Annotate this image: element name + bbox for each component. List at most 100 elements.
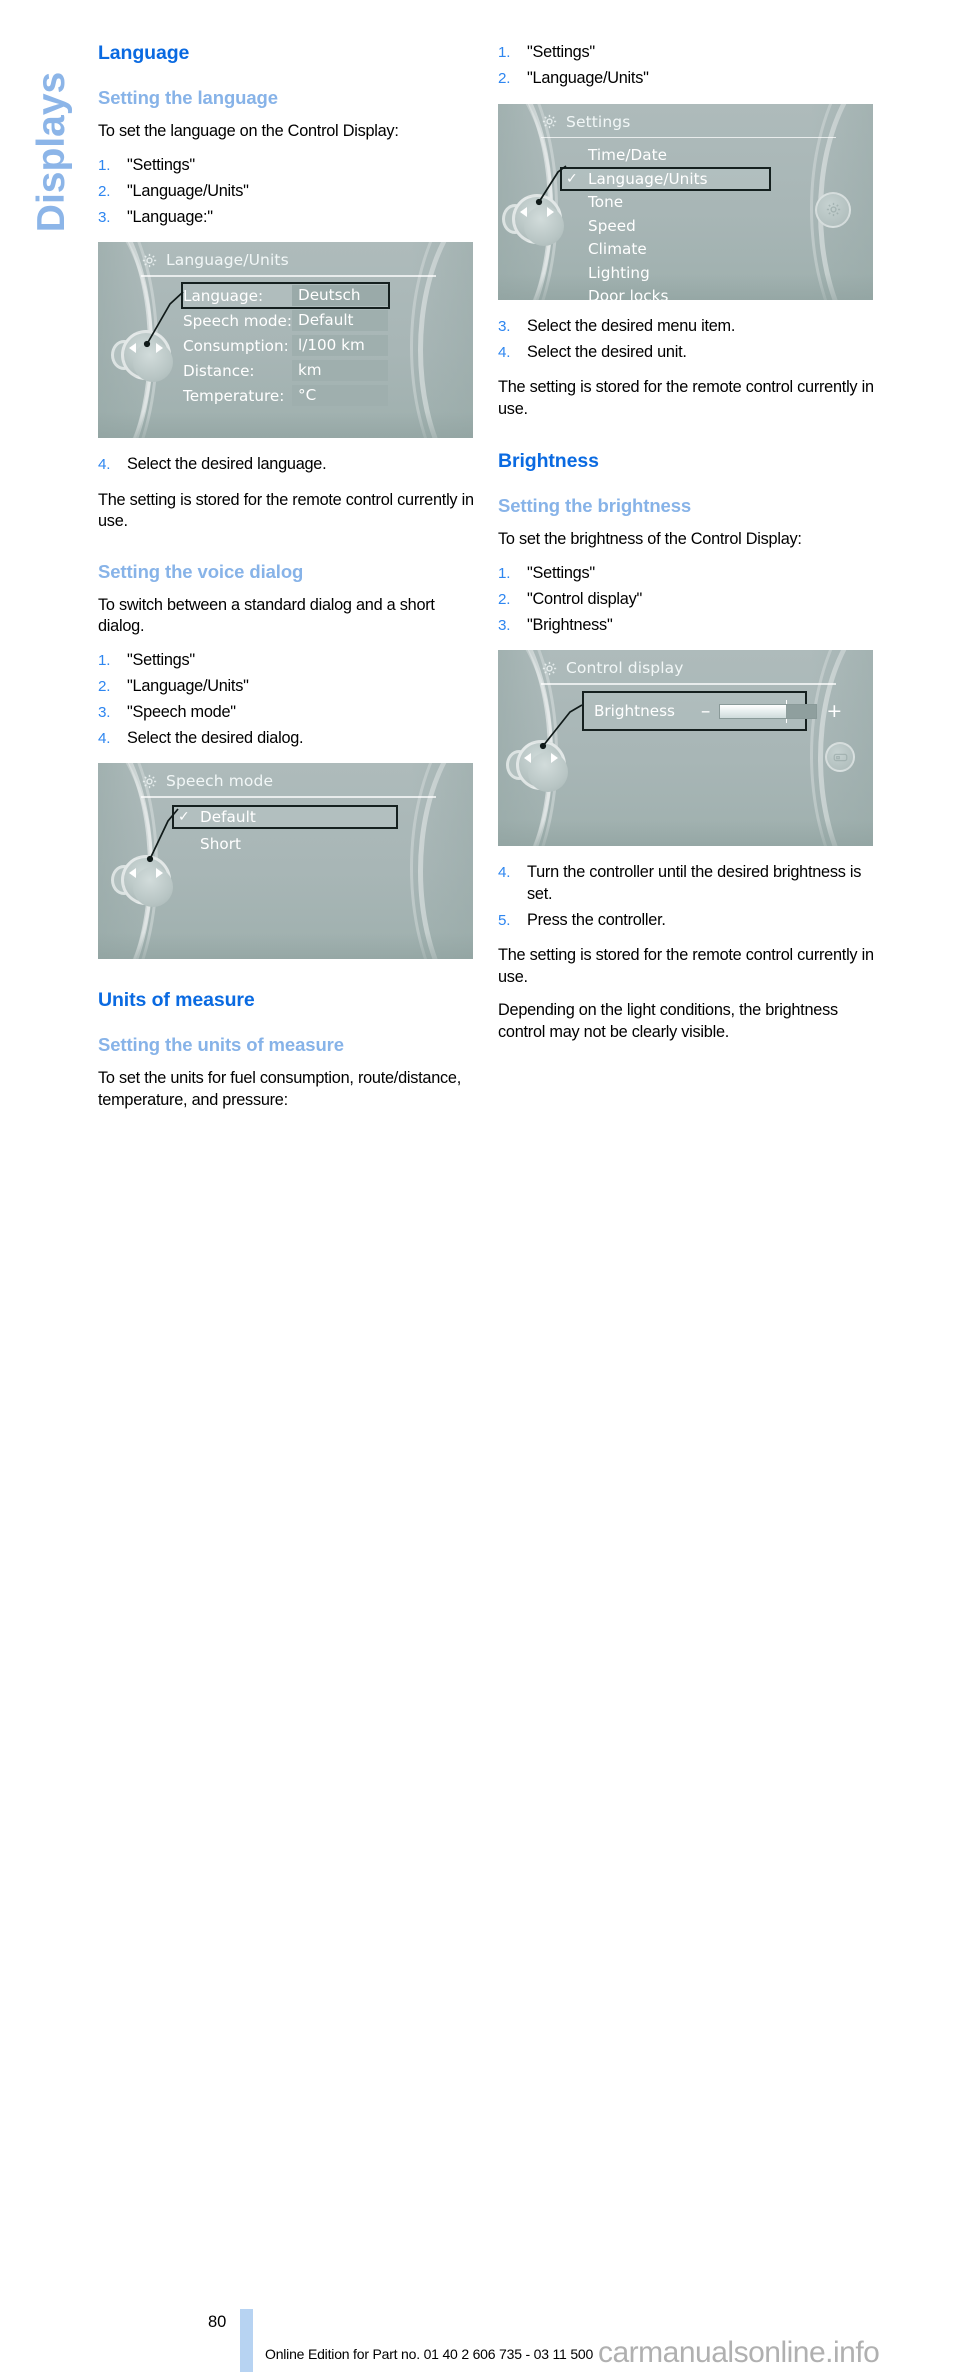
checkmark-icon: ✓ bbox=[178, 808, 190, 825]
intro-text-brightness: To set the brightness of the Control Dis… bbox=[498, 530, 802, 548]
menu-hardware-button[interactable] bbox=[815, 191, 851, 228]
table-row[interactable]: Consumption: l/100 km bbox=[183, 334, 388, 357]
row-value: km bbox=[292, 360, 388, 381]
list-item: 5. Press the controller. bbox=[498, 910, 874, 932]
brightness-label: Brightness bbox=[594, 702, 675, 720]
list-item-label: Lighting bbox=[588, 263, 650, 282]
step-number: 4. bbox=[498, 864, 511, 881]
step-text: "Speech mode" bbox=[127, 702, 236, 721]
step-text: "Settings" bbox=[527, 563, 595, 582]
step-text: "Settings" bbox=[127, 650, 195, 669]
arrow-left-icon bbox=[524, 753, 531, 763]
step-text: "Brightness" bbox=[527, 615, 613, 634]
step-text: "Language/Units" bbox=[127, 181, 249, 200]
page-title-language: Language bbox=[98, 42, 190, 64]
note-stored-remote-control-2: The setting is stored for the remote con… bbox=[498, 946, 874, 986]
display-settings-list: Language: Deutsch Speech mode: Default C… bbox=[181, 282, 390, 409]
subheading-setting-the-language: Setting the language bbox=[98, 87, 278, 108]
row-label: Temperature: bbox=[183, 386, 285, 405]
figure-settings-display: Settings Time/Date ✓ Language/Units Tone… bbox=[498, 103, 873, 300]
step-number: 2. bbox=[498, 590, 511, 608]
step-text: Select the desired language. bbox=[127, 455, 327, 473]
gear-icon bbox=[542, 114, 557, 129]
bezel-shading bbox=[411, 763, 473, 959]
steps-list-language-2: 4. Select the desired language. bbox=[98, 454, 474, 476]
gear-icon bbox=[826, 202, 840, 217]
table-row[interactable]: Language: Deutsch bbox=[181, 282, 390, 309]
steps-list-voice-dialog: 1. "Settings" 2. "Language/Units" 3. "Speec… bbox=[98, 650, 474, 750]
list-item[interactable]: Time/Date bbox=[566, 144, 771, 168]
display-icon bbox=[833, 753, 847, 761]
figure-control-display-brightness: Control display Brightness – + bbox=[498, 650, 873, 846]
display-hardware-button[interactable] bbox=[825, 742, 855, 772]
table-row[interactable]: Speech mode: Default bbox=[183, 309, 388, 332]
page-footer: 80 Online Edition for Part no. 01 40 2 6… bbox=[0, 1150, 960, 2372]
list-item[interactable]: Speed bbox=[566, 214, 771, 238]
plus-icon[interactable]: + bbox=[826, 701, 842, 721]
table-row[interactable]: Distance: km bbox=[183, 359, 388, 382]
step-number: 2. bbox=[498, 70, 511, 87]
list-item-label: Speed bbox=[588, 216, 636, 235]
controller-knob-icon bbox=[111, 851, 175, 909]
step-number: 3. bbox=[98, 208, 111, 226]
list-item: 1. "Settings" bbox=[98, 650, 474, 672]
list-item: 4. Select the desired unit. bbox=[498, 342, 874, 364]
note-stored-remote-control: The setting is stored for the remote con… bbox=[498, 378, 874, 418]
list-item[interactable]: ✓ Default bbox=[172, 805, 398, 829]
row-value: Deutsch bbox=[292, 285, 388, 306]
subheading-setting-the-voice-dialog: Setting the voice dialog bbox=[98, 560, 304, 582]
step-text: "Language/Units" bbox=[527, 69, 649, 87]
brightness-panel[interactable]: Brightness – + bbox=[582, 691, 842, 731]
step-number: 1. bbox=[498, 564, 511, 582]
list-item-label: Tone bbox=[588, 193, 624, 212]
checkmark-icon: ✓ bbox=[566, 170, 578, 187]
arrow-right-icon bbox=[156, 343, 163, 353]
display-divider bbox=[141, 275, 436, 277]
steps-list-language: 1. "Settings" 2. "Language/Units" 3. "Langu… bbox=[98, 155, 474, 229]
list-item[interactable]: ✓ Language/Units bbox=[560, 167, 771, 191]
intro-text-language: To set the language on the Control Displ… bbox=[98, 122, 399, 140]
step-text: Press the controller. bbox=[527, 910, 666, 929]
controller-knob-icon bbox=[506, 736, 570, 794]
minus-icon[interactable]: – bbox=[701, 701, 711, 721]
chapter-tab-label: Displays bbox=[30, 71, 73, 233]
bezel-shading bbox=[411, 242, 473, 438]
display-divider bbox=[541, 136, 836, 138]
list-item: 2. "Language/Units" bbox=[498, 68, 874, 90]
display-title: Settings bbox=[566, 112, 631, 131]
list-item[interactable]: Tone bbox=[566, 191, 771, 215]
row-label: Distance: bbox=[183, 361, 255, 380]
left-column: Language Setting the language To set the… bbox=[98, 42, 474, 1123]
step-text: Select the desired menu item. bbox=[527, 316, 736, 335]
bezel-shading bbox=[98, 412, 473, 438]
intro-text-voice-dialog: To switch between a standard dialog and … bbox=[98, 595, 435, 636]
controller-knob-icon bbox=[111, 326, 175, 384]
chapter-tab: Displays bbox=[0, 0, 95, 1222]
list-item[interactable]: Door locks bbox=[566, 285, 771, 299]
row-value: °C bbox=[292, 385, 388, 406]
list-item: 1. "Settings" bbox=[98, 155, 474, 177]
knob-outer bbox=[121, 330, 173, 382]
arrow-right-icon bbox=[551, 753, 558, 763]
arrow-right-icon bbox=[547, 206, 554, 217]
list-item[interactable]: Short bbox=[178, 833, 398, 857]
slider-track[interactable] bbox=[719, 699, 818, 723]
steps-list-units-continued: 1. "Settings" 2. "Language/Units" bbox=[498, 42, 874, 90]
step-text: "Settings" bbox=[127, 155, 195, 174]
page-accent-bar bbox=[240, 2309, 253, 2372]
step-number: 2. bbox=[98, 677, 111, 695]
step-number: 1. bbox=[98, 651, 111, 669]
slider-fill bbox=[720, 704, 786, 718]
step-text: Turn the controller until the desired br… bbox=[527, 863, 862, 903]
slider-notch-top bbox=[785, 699, 788, 704]
list-item[interactable]: Climate bbox=[566, 238, 771, 262]
table-row[interactable]: Temperature: °C bbox=[183, 384, 388, 407]
brightness-slider[interactable]: – + bbox=[701, 699, 842, 723]
knob-outer bbox=[121, 855, 173, 907]
subheading-setting-the-units-of-measure: Setting the units of measure bbox=[98, 1034, 344, 1055]
display-header: Speech mode bbox=[141, 772, 273, 790]
right-column: 1. "Settings" 2. "Language/Units" Settings… bbox=[498, 42, 874, 1055]
footer-edition-text: Online Edition for Part no. 01 40 2 606 … bbox=[265, 2346, 594, 2362]
step-number: 3. bbox=[98, 703, 111, 721]
list-item[interactable]: Lighting bbox=[566, 261, 771, 285]
